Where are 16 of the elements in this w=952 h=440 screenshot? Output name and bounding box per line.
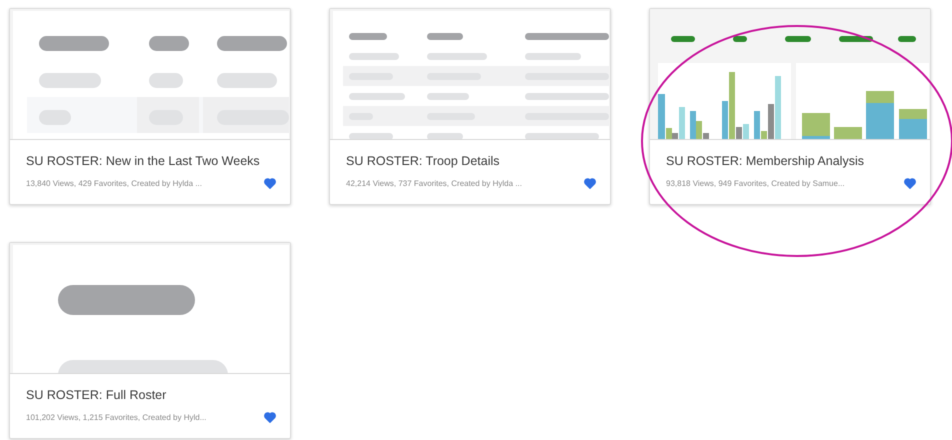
report-stats: 13,840 Views, 429 Favorites, Created by Hylda ... (26, 179, 202, 188)
heart-icon[interactable] (264, 178, 276, 189)
report-title: SU ROSTER: Full Roster (26, 388, 168, 402)
heart-icon[interactable] (904, 178, 916, 189)
report-title: SU ROSTER: Membership Analysis (666, 154, 865, 168)
heart-icon[interactable] (264, 412, 276, 423)
report-card[interactable]: SU ROSTER: Full Roster 101,202 Views, 1,215 Favorites, Created by Hyld... (9, 242, 291, 439)
report-stats: 93,818 Views, 949 Favorites, Created by Samue... (666, 179, 845, 188)
report-title: SU ROSTER: New in the Last Two Weeks (26, 154, 261, 168)
report-card[interactable]: SU ROSTER: New in the Last Two Weeks 13,840 Views, 429 Favorites, Created by Hylda ... (9, 8, 291, 205)
report-card[interactable]: SU ROSTER: Membership Analysis 93,818 Views, 949 Favorites, Created by Samue... (649, 8, 931, 205)
heart-icon[interactable] (584, 178, 596, 189)
report-stats: 101,202 Views, 1,215 Favorites, Created by Hyld... (26, 413, 206, 422)
report-title: SU ROSTER: Troop Details (346, 154, 501, 168)
report-stats: 42,214 Views, 737 Favorites, Created by Hylda ... (346, 179, 522, 188)
report-card[interactable]: SU ROSTER: Troop Details 42,214 Views, 737 Favorites, Created by Hylda ... (329, 8, 611, 205)
